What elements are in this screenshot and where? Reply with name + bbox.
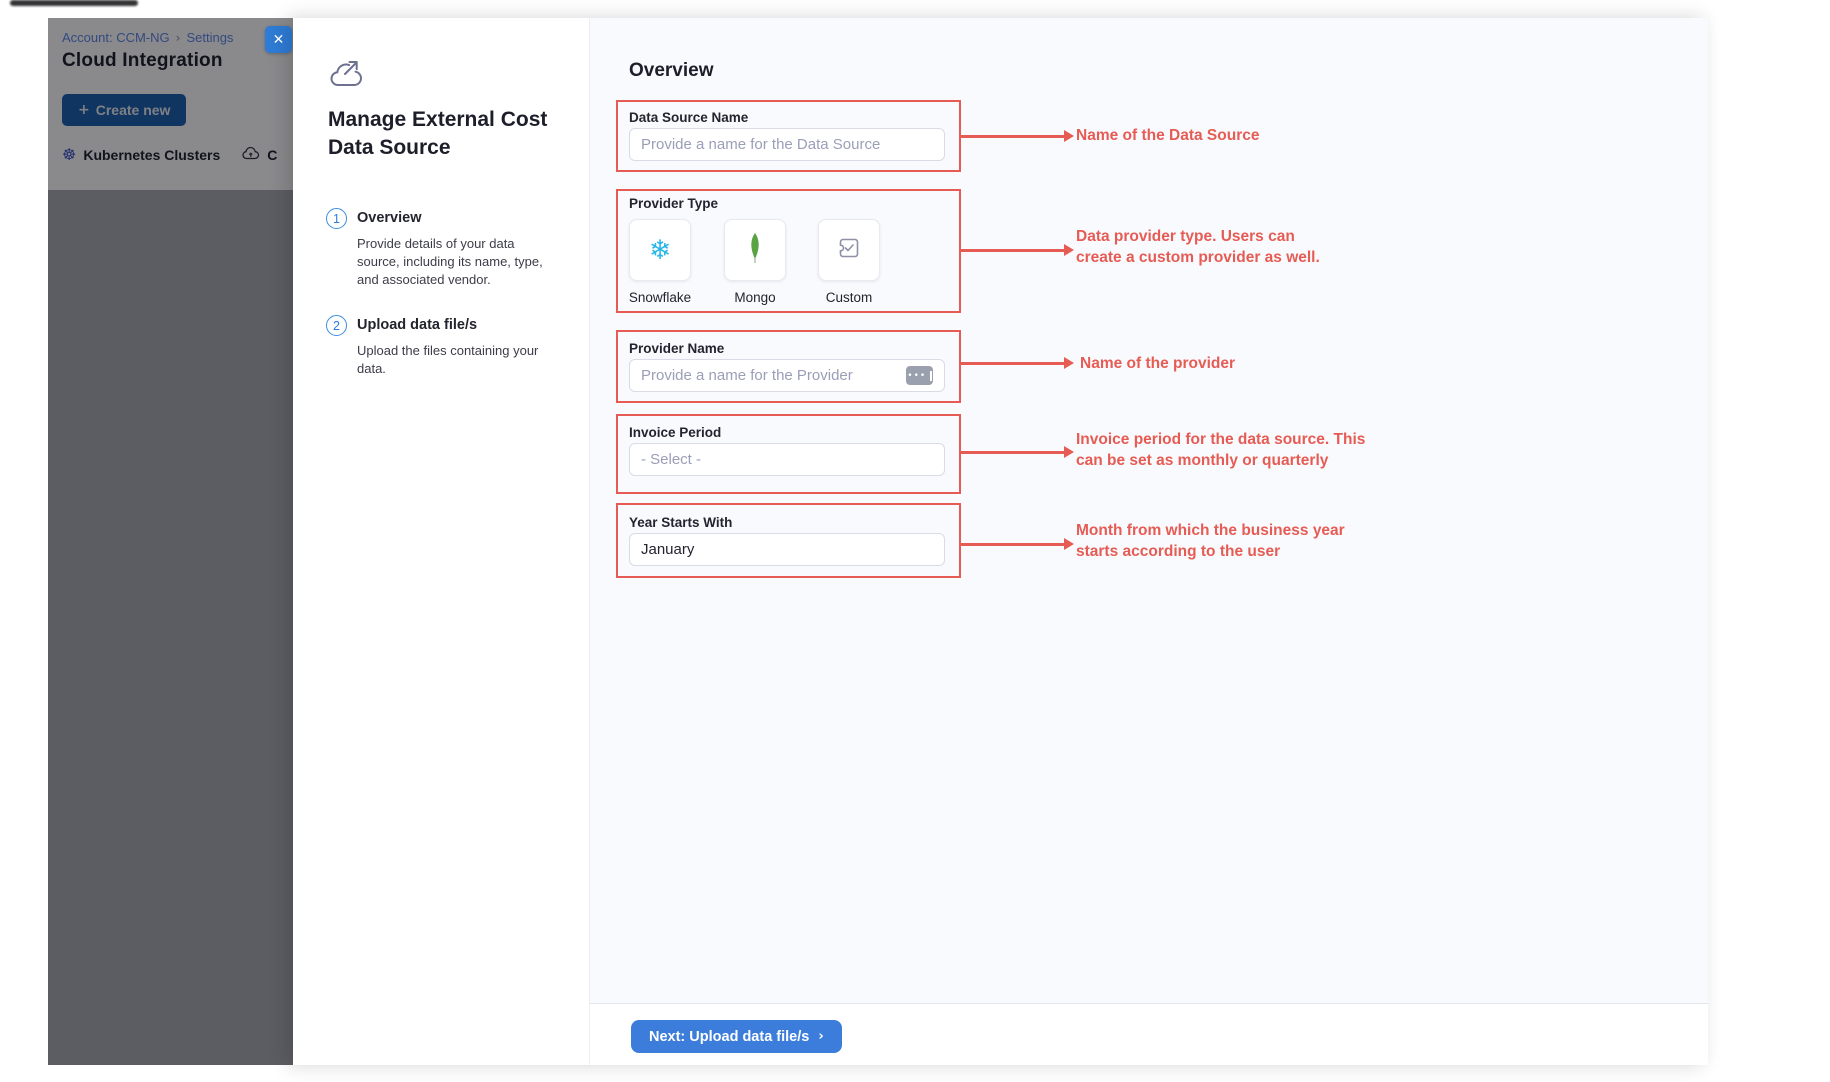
runtime-input-ellipsis-button[interactable]: ••• bbox=[906, 366, 933, 385]
next-button-label: Next: Upload data file/s bbox=[649, 1029, 809, 1045]
cloud-export-icon bbox=[328, 58, 366, 97]
year-starts-with-label: Year Starts With bbox=[629, 515, 732, 530]
invoice-period-select[interactable]: - Select - bbox=[629, 443, 945, 476]
annotation-provider-type: Data provider type. Users can create a c… bbox=[1076, 227, 1331, 268]
step-1-number: 1 bbox=[326, 208, 347, 229]
provider-card-snowflake[interactable]: ❄ bbox=[629, 219, 691, 281]
annotation-arrow-2 bbox=[961, 249, 1065, 252]
data-source-name-input[interactable]: Provide a name for the Data Source bbox=[629, 128, 945, 161]
annotation-year-starts-with: Month from which the business year start… bbox=[1076, 521, 1376, 562]
annotation-arrow-4 bbox=[961, 451, 1065, 454]
manage-external-cost-drawer: Manage External Cost Data Source 1 Overv… bbox=[293, 18, 1708, 1065]
provider-name-label: Provider Name bbox=[629, 341, 724, 356]
provider-card-custom[interactable] bbox=[818, 219, 880, 281]
next-upload-button[interactable]: Next: Upload data file/s › bbox=[631, 1020, 842, 1053]
data-source-name-label: Data Source Name bbox=[629, 110, 748, 125]
modal-backdrop[interactable] bbox=[48, 18, 293, 1065]
annotation-invoice-period: Invoice period for the data source. This… bbox=[1076, 430, 1376, 471]
provider-card-mongo[interactable] bbox=[724, 219, 786, 281]
provider-card-mongo-label: Mongo bbox=[710, 290, 800, 305]
step-2-description: Upload the files containing your data. bbox=[357, 342, 557, 378]
drawer-title: Manage External Cost Data Source bbox=[328, 106, 578, 162]
step-2-title: Upload data file/s bbox=[357, 315, 556, 333]
mongo-leaf-icon bbox=[747, 232, 763, 269]
provider-type-label: Provider Type bbox=[629, 196, 718, 211]
ellipsis-icon: ••• bbox=[907, 371, 926, 381]
close-icon: ✕ bbox=[273, 32, 285, 48]
wizard-left-column: Manage External Cost Data Source 1 Overv… bbox=[293, 18, 589, 1065]
annotation-data-source-name: Name of the Data Source bbox=[1076, 126, 1376, 147]
form-heading: Overview bbox=[629, 60, 714, 82]
invoice-period-label: Invoice Period bbox=[629, 425, 721, 440]
chevron-right-icon: › bbox=[818, 1029, 823, 1044]
annotation-provider-name: Name of the provider bbox=[1080, 354, 1380, 375]
step-2-number: 2 bbox=[326, 315, 347, 336]
annotation-arrow-1 bbox=[961, 135, 1065, 138]
step-1-description: Provide details of your data source, inc… bbox=[357, 235, 557, 289]
provider-card-custom-label: Custom bbox=[804, 290, 894, 305]
annotation-arrow-5 bbox=[961, 543, 1065, 546]
ellipsis-cursor-bar bbox=[930, 371, 932, 381]
wizard-footer: Next: Upload data file/s › bbox=[590, 1003, 1708, 1065]
year-starts-with-select[interactable]: January bbox=[629, 533, 945, 566]
provider-name-input[interactable]: Provide a name for the Provider ••• bbox=[629, 359, 945, 392]
snowflake-icon: ❄ bbox=[649, 237, 672, 264]
step-overview[interactable]: 1 Overview Provide details of your data … bbox=[326, 208, 556, 289]
provider-name-placeholder: Provide a name for the Provider bbox=[641, 367, 853, 384]
custom-template-icon bbox=[836, 235, 862, 266]
close-drawer-button[interactable]: ✕ bbox=[265, 26, 292, 53]
browser-top-bar bbox=[10, 0, 138, 6]
cloud-integration-page: Account: CCM-NG › Settings Cloud Integra… bbox=[48, 18, 293, 1065]
overview-form-panel: Overview Data Source Name Provide a name… bbox=[589, 18, 1708, 1065]
step-upload[interactable]: 2 Upload data file/s Upload the files co… bbox=[326, 315, 556, 378]
annotation-arrow-3 bbox=[961, 362, 1065, 365]
provider-card-snowflake-label: Snowflake bbox=[615, 290, 705, 305]
screenshot-stage: Account: CCM-NG › Settings Cloud Integra… bbox=[0, 0, 1830, 1082]
step-1-title: Overview bbox=[357, 208, 556, 226]
